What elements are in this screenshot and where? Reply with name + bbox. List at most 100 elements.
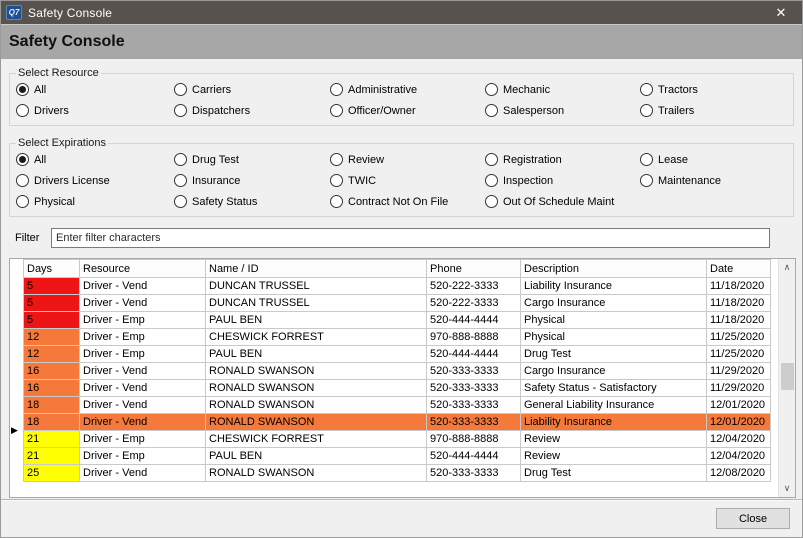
radio-drivers[interactable]: Drivers: [16, 100, 174, 121]
col-header-description[interactable]: Description: [520, 259, 707, 278]
radio-registration[interactable]: Registration: [485, 149, 640, 170]
cell-resource: Driver - Vend: [79, 464, 206, 482]
cell-name-id: PAUL BEN: [205, 345, 427, 363]
table-row[interactable]: 16 Driver - Vend RONALD SWANSON 520-333-333…: [23, 379, 771, 397]
radio-inspection[interactable]: Inspection: [485, 170, 640, 191]
selected-row-marker-icon: ▶: [11, 425, 18, 435]
cell-description: Safety Status - Satisfactory: [520, 379, 707, 397]
select-expirations-group: Select Expirations All Drivers License Phy…: [9, 137, 794, 217]
col-header-days[interactable]: Days: [23, 259, 80, 278]
radio-column: Carriers Dispatchers: [174, 79, 330, 121]
cell-resource: Driver - Vend: [79, 277, 206, 295]
cell-name-id: RONALD SWANSON: [205, 413, 427, 431]
table-row[interactable]: 25 Driver - Vend RONALD SWANSON 520-333-333…: [23, 464, 771, 482]
radio-label: Contract Not On File: [348, 195, 449, 208]
radio-contract-not-on-file[interactable]: Contract Not On File: [330, 191, 485, 212]
radio-label: All: [34, 153, 47, 166]
col-header-date[interactable]: Date: [706, 259, 771, 278]
radio-review[interactable]: Review: [330, 149, 485, 170]
cell-description: Liability Insurance: [520, 277, 707, 295]
vertical-scrollbar[interactable]: ∧ ∨: [778, 259, 795, 497]
table-row[interactable]: 21 Driver - Emp PAUL BEN 520-444-4444 Review…: [23, 447, 771, 465]
cell-description: Cargo Insurance: [520, 294, 707, 312]
radio-out-of-schedule-maint[interactable]: Out Of Schedule Maint: [485, 191, 640, 212]
grid-body: 5 Driver - Vend DUNCAN TRUSSEL 520-222-3333…: [23, 277, 771, 482]
cell-description: Drug Test: [520, 345, 707, 363]
cell-phone: 520-333-3333: [426, 464, 521, 482]
radio-label: Drivers License: [34, 174, 110, 187]
table-row[interactable]: 12 Driver - Emp PAUL BEN 520-444-4444 Drug T…: [23, 345, 771, 363]
col-header-phone[interactable]: Phone: [426, 259, 521, 278]
radio-column: All Drivers: [16, 79, 174, 121]
filter-row: Filter: [15, 228, 788, 248]
col-header-resource[interactable]: Resource: [79, 259, 206, 278]
radio-label: Safety Status: [192, 195, 258, 208]
radio-all[interactable]: All: [16, 149, 174, 170]
cell-name-id: RONALD SWANSON: [205, 362, 427, 380]
radio-salesperson[interactable]: Salesperson: [485, 100, 640, 121]
grid-panel: ▶ Days Resource Name / ID Phone Descript…: [9, 258, 796, 498]
close-icon[interactable]: ✕: [760, 1, 802, 24]
radio-all[interactable]: All: [16, 79, 174, 100]
cell-phone: 520-222-3333: [426, 277, 521, 295]
radio-column: Drug Test Insurance Safety Status: [174, 149, 330, 212]
table-row[interactable]: 21 Driver - Emp CHESWICK FORREST 970-888-88…: [23, 430, 771, 448]
scrollbar-thumb[interactable]: [781, 363, 794, 390]
filter-input[interactable]: [51, 228, 770, 248]
cell-phone: 520-333-3333: [426, 379, 521, 397]
table-row[interactable]: 16 Driver - Vend RONALD SWANSON 520-333-333…: [23, 362, 771, 380]
app-icon: Q7: [6, 5, 22, 20]
radio-column: Lease Maintenance: [640, 149, 721, 212]
radio-officer-owner[interactable]: Officer/Owner: [330, 100, 485, 121]
radio-trailers[interactable]: Trailers: [640, 100, 698, 121]
scroll-down-icon[interactable]: ∨: [779, 480, 795, 497]
radio-administrative[interactable]: Administrative: [330, 79, 485, 100]
radio-column: Administrative Officer/Owner: [330, 79, 485, 121]
cell-description: General Liability Insurance: [520, 396, 707, 414]
radio-column: Registration Inspection Out Of Schedule Ma…: [485, 149, 640, 212]
table-row[interactable]: 5 Driver - Vend DUNCAN TRUSSEL 520-222-3333…: [23, 277, 771, 295]
radio-circle-icon: [16, 104, 29, 117]
table-row[interactable]: 18 Driver - Vend RONALD SWANSON 520-333-333…: [23, 396, 771, 414]
radio-safety-status[interactable]: Safety Status: [174, 191, 330, 212]
cell-days: 18: [23, 413, 80, 431]
radio-circle-icon: [485, 153, 498, 166]
close-button[interactable]: Close: [716, 508, 790, 529]
radio-twic[interactable]: TWIC: [330, 170, 485, 191]
radio-lease[interactable]: Lease: [640, 149, 721, 170]
radio-physical[interactable]: Physical: [16, 191, 174, 212]
cell-description: Review: [520, 447, 707, 465]
table-row[interactable]: 12 Driver - Emp CHESWICK FORREST 970-888-88…: [23, 328, 771, 346]
radio-drivers-license[interactable]: Drivers License: [16, 170, 174, 191]
radio-mechanic[interactable]: Mechanic: [485, 79, 640, 100]
title-bar: Q7 Safety Console ✕: [1, 1, 802, 24]
radio-circle-icon: [485, 195, 498, 208]
radio-label: Dispatchers: [192, 104, 251, 117]
radio-maintenance[interactable]: Maintenance: [640, 170, 721, 191]
cell-date: 11/18/2020: [706, 277, 771, 295]
col-header-name-id[interactable]: Name / ID: [205, 259, 427, 278]
radio-circle-icon: [640, 153, 653, 166]
cell-resource: Driver - Vend: [79, 294, 206, 312]
radio-circle-icon: [16, 174, 29, 187]
table-row[interactable]: 5 Driver - Vend DUNCAN TRUSSEL 520-222-3333…: [23, 294, 771, 312]
cell-days: 5: [23, 277, 80, 295]
radio-label: Drug Test: [192, 153, 239, 166]
radio-label: Physical: [34, 195, 75, 208]
footer-bar: Close: [1, 499, 802, 537]
radio-label: Maintenance: [658, 174, 721, 187]
cell-description: Physical: [520, 311, 707, 329]
cell-phone: 520-333-3333: [426, 413, 521, 431]
radio-tractors[interactable]: Tractors: [640, 79, 698, 100]
radio-column: Mechanic Salesperson: [485, 79, 640, 121]
select-resource-legend: Select Resource: [18, 67, 99, 79]
table-row[interactable]: 18 Driver - Vend RONALD SWANSON 520-333-333…: [23, 413, 771, 431]
radio-carriers[interactable]: Carriers: [174, 79, 330, 100]
radio-drug-test[interactable]: Drug Test: [174, 149, 330, 170]
radio-dispatchers[interactable]: Dispatchers: [174, 100, 330, 121]
radio-insurance[interactable]: Insurance: [174, 170, 330, 191]
radio-label: Lease: [658, 153, 688, 166]
radio-label: Salesperson: [503, 104, 565, 117]
table-row[interactable]: 5 Driver - Emp PAUL BEN 520-444-4444 Physica…: [23, 311, 771, 329]
scroll-up-icon[interactable]: ∧: [779, 259, 795, 276]
